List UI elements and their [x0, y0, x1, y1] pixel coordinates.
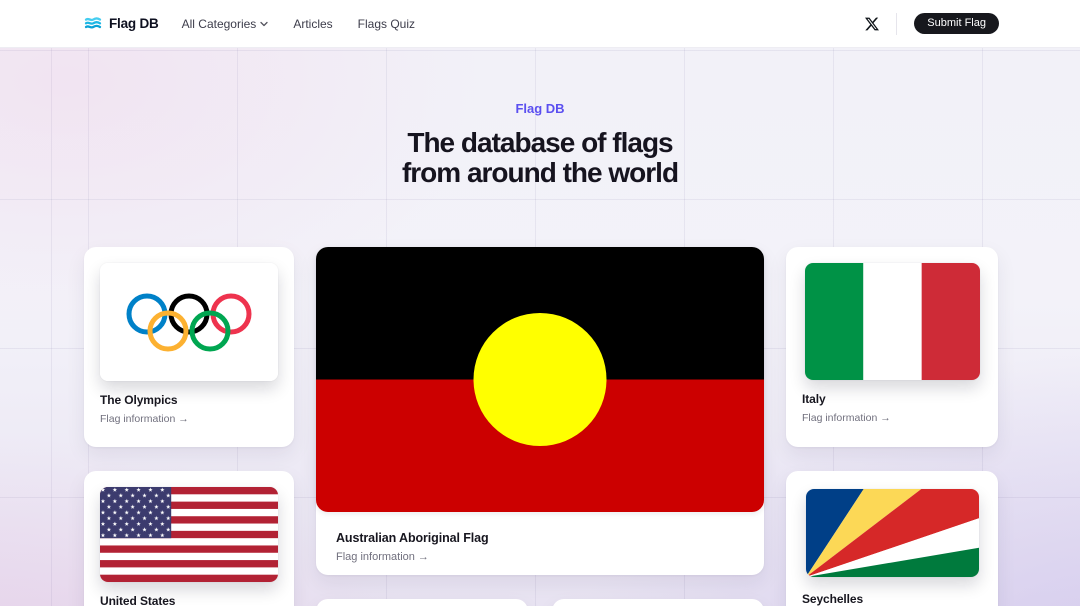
hero-section: Flag DB The database of flagsfrom around…: [0, 48, 1080, 188]
submit-flag-button[interactable]: Submit Flag: [914, 13, 999, 34]
card-title: Seychelles: [802, 592, 982, 606]
main-nav: All Categories Articles Flags Quiz: [182, 17, 415, 31]
card-title: United States: [100, 594, 278, 606]
flag-card-partial-2[interactable]: [552, 599, 764, 606]
header-divider: [896, 13, 897, 35]
nav-label: Articles: [293, 17, 332, 31]
chevron-down-icon: [260, 21, 268, 27]
brand-logo[interactable]: Flag DB: [84, 15, 159, 32]
usa-flag-image: [100, 487, 278, 582]
card-title: The Olympics: [100, 393, 278, 407]
flag-card-olympics[interactable]: The Olympics Flag information →: [84, 247, 294, 447]
x-twitter-icon[interactable]: [865, 17, 879, 31]
title-line-2: from around the world: [402, 157, 678, 188]
flag-card-partial-1[interactable]: [316, 599, 528, 606]
flag-card-seychelles[interactable]: Seychelles Flag information →: [786, 471, 998, 606]
flag-information-link[interactable]: Flag information →: [802, 412, 982, 425]
card-title: Italy: [802, 392, 982, 406]
card-text-area: Australian Aboriginal Flag Flag informat…: [316, 512, 764, 564]
grid-column-left: The Olympics Flag information →: [84, 247, 294, 606]
hero-eyebrow: Flag DB: [0, 101, 1080, 116]
aboriginal-flag-image: [316, 247, 764, 512]
flag-card-usa[interactable]: United States Flag information →: [84, 471, 294, 606]
flag-card-italy[interactable]: Italy Flag information →: [786, 247, 998, 447]
flag-db-page: Flag DB All Categories Articles Flags Qu…: [0, 0, 1080, 606]
main-content: Flag DB The database of flagsfrom around…: [0, 48, 1080, 606]
page-title: The database of flagsfrom around the wor…: [0, 128, 1080, 188]
olympics-flag-image: [100, 263, 278, 381]
flag-card-aboriginal[interactable]: Australian Aboriginal Flag Flag informat…: [316, 247, 764, 575]
nav-item-all-categories[interactable]: All Categories: [182, 17, 269, 31]
flag-information-link[interactable]: Flag information →: [100, 413, 278, 426]
nav-item-articles[interactable]: Articles: [293, 17, 332, 31]
nav-label: Flags Quiz: [358, 17, 415, 31]
seychelles-flag-image: [806, 489, 979, 577]
waving-flag-icon: [84, 15, 102, 32]
title-line-1: The database of flags: [407, 127, 672, 158]
flag-information-link[interactable]: Flag information →: [336, 551, 744, 564]
nav-label: All Categories: [182, 17, 257, 31]
italy-flag-image: [805, 263, 980, 380]
nav-item-flags-quiz[interactable]: Flags Quiz: [358, 17, 415, 31]
grid-column-middle: Australian Aboriginal Flag Flag informat…: [316, 247, 764, 606]
top-nav-bar: Flag DB All Categories Articles Flags Qu…: [0, 0, 1080, 48]
flag-card-grid: The Olympics Flag information →: [84, 247, 998, 606]
grid-row-partial: [316, 599, 764, 606]
grid-column-right: Italy Flag information → Seychelles: [786, 247, 998, 606]
header-actions: Submit Flag: [865, 13, 999, 35]
brand-name: Flag DB: [109, 16, 159, 31]
card-title: Australian Aboriginal Flag: [336, 531, 744, 545]
